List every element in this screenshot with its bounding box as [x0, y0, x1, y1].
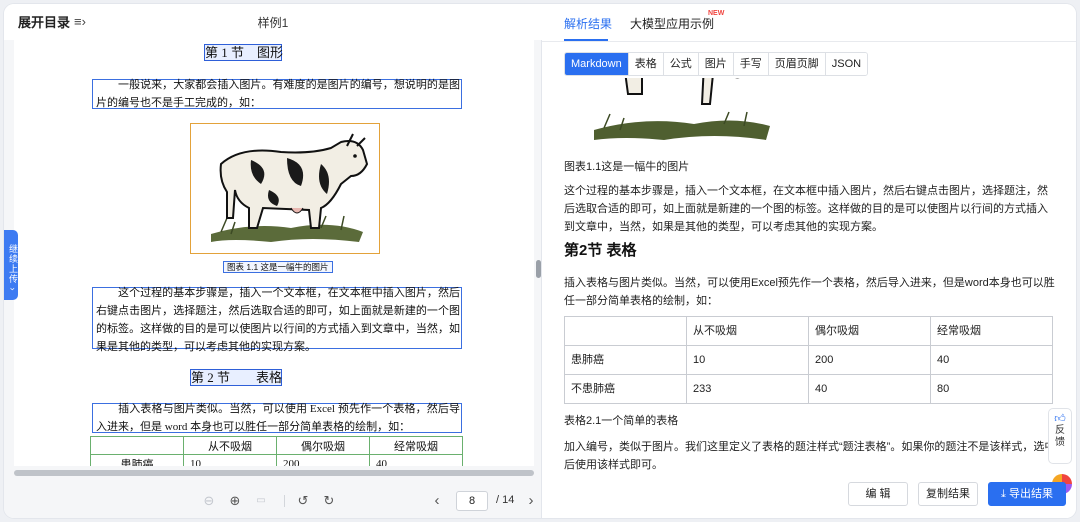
- result-heading-section-2: 第2节 表格: [564, 242, 637, 259]
- result-paragraph-1: 这个过程的基本步骤是，插入一个文本框，在文本框中插入图片，然后右键点击图片，选择…: [564, 185, 1048, 233]
- table-cell: 从不吸烟: [183, 436, 277, 455]
- copy-result-button[interactable]: 复制结果: [918, 482, 978, 506]
- table-cell: 200: [808, 345, 931, 375]
- cow-illustration: [211, 133, 369, 242]
- active-tab-indicator: [564, 39, 608, 41]
- fit-page-icon[interactable]: ▭: [252, 492, 270, 510]
- table-cell: 10: [183, 454, 277, 466]
- table-cell: 从不吸烟: [686, 316, 809, 346]
- table-cell: 经常吸烟: [369, 436, 463, 455]
- tab-llm-examples[interactable]: 大模型应用示例: [630, 15, 714, 32]
- page-number-input[interactable]: 8: [456, 491, 488, 511]
- result-table: 从不吸烟 偶尔吸烟 经常吸烟 患肺癌 10 200 40 不患肺癌 233 40…: [564, 316, 1053, 404]
- feedback-button[interactable]: 👍︎ 反馈: [1048, 408, 1072, 464]
- download-icon: ⤓: [1001, 488, 1009, 500]
- result-panel: 解析结果 大模型应用示例 NEW Markdown 表格 公式 图片 手写 页眉…: [542, 4, 1076, 518]
- table-cell: 患肺癌: [564, 345, 687, 375]
- section-2-title[interactable]: 第 2 节 表格: [190, 369, 282, 386]
- markdown-content[interactable]: 图表1.1这是一幅牛的图片 这个过程的基本步骤是，插入一个文本框，在文本框中插入…: [564, 78, 1058, 478]
- table-row: 从不吸烟 偶尔吸烟 经常吸烟: [90, 436, 463, 455]
- document-preview-panel: 展开目录 ≡› 样例1 第 1 节 图形 一般说来，大家都会插入图片。有难度的是…: [4, 4, 542, 518]
- preview-toolbar: ⊖ ⊕ ▭ ↺ ↻ ‹ 8 / 14 ›: [4, 482, 542, 518]
- table-row: 患肺癌 10 200 40: [564, 345, 1053, 375]
- new-badge: NEW: [708, 10, 725, 17]
- paragraph-1: 一般说来，大家都会插入图片。有难度的是图片的编号，想说明的是图片的编号也不是手工…: [96, 79, 460, 109]
- table-cell: 10: [686, 345, 809, 375]
- format-formula[interactable]: 公式: [663, 53, 699, 75]
- tab-parse-result[interactable]: 解析结果: [564, 15, 612, 32]
- format-markdown[interactable]: Markdown: [565, 53, 629, 75]
- toolbar-divider: [284, 495, 285, 507]
- format-header-footer[interactable]: 页眉页脚: [768, 53, 826, 75]
- document-title: 样例1: [257, 16, 289, 30]
- cow-image-crop: [594, 78, 770, 140]
- continue-upload-label: 继续上传: [8, 244, 18, 285]
- table-cell: 经常吸烟: [930, 316, 1053, 346]
- result-caption-figure: 图表1.1这是一幅牛的图片: [564, 161, 690, 173]
- paragraph-3: 插入表格与图片类似。当然，可以使用 Excel 预先作一个表格，然后导入进来，但…: [96, 403, 460, 433]
- figure-caption[interactable]: 图表 1.1 这是一幅牛的图片: [223, 261, 333, 273]
- page-viewer[interactable]: 第 1 节 图形 一般说来，大家都会插入图片。有难度的是图片的编号，想说明的是图…: [14, 40, 534, 466]
- export-result-button[interactable]: ⤓ 导出结果: [988, 482, 1066, 506]
- document-page: 第 1 节 图形 一般说来，大家都会插入图片。有难度的是图片的编号，想说明的是图…: [14, 40, 534, 466]
- feedback-label: 反馈: [1055, 425, 1065, 448]
- table-row: 不患肺癌 233 40 80: [564, 374, 1053, 404]
- format-image[interactable]: 图片: [698, 53, 734, 75]
- zoom-in-icon[interactable]: ⊕: [226, 492, 244, 510]
- result-caption-table: 表格2.1一个简单的表格: [564, 415, 679, 427]
- preview-header: 展开目录 ≡› 样例1: [4, 4, 542, 40]
- table-cell: 40: [369, 454, 463, 466]
- table-cell: [564, 316, 687, 346]
- table-cell: 200: [276, 454, 370, 466]
- next-page-icon[interactable]: ›: [522, 492, 540, 510]
- document-table[interactable]: 从不吸烟 偶尔吸烟 经常吸烟 患肺癌 10 200 40: [90, 436, 463, 466]
- format-table[interactable]: 表格: [628, 53, 664, 75]
- result-paragraph-2: 插入表格与图片类似。当然，可以使用Excel预先作一个表格，然后导入进来，但是w…: [564, 277, 1055, 307]
- rotate-left-icon[interactable]: ↺: [294, 492, 312, 510]
- result-paragraph-3: 加入编号，类似于图片。我们这里定义了表格的题注样式“题注表格”。如果你的题注不是…: [564, 441, 1056, 471]
- prev-page-icon[interactable]: ‹: [428, 492, 446, 510]
- page-total: / 14: [496, 494, 515, 506]
- table-cell: 偶尔吸烟: [276, 436, 370, 455]
- table-cell: 40: [930, 345, 1053, 375]
- thumbs-up-icon: 👍︎: [1054, 413, 1066, 425]
- result-tabs: 解析结果 大模型应用示例 NEW: [542, 4, 1076, 42]
- figure-block[interactable]: [190, 123, 380, 254]
- vertical-scrollbar[interactable]: [536, 260, 541, 278]
- export-result-label: 导出结果: [1008, 488, 1053, 500]
- table-row: 从不吸烟 偶尔吸烟 经常吸烟: [564, 316, 1053, 346]
- table-cell: 不患肺癌: [564, 374, 687, 404]
- horizontal-scrollbar[interactable]: [14, 470, 534, 476]
- format-json[interactable]: JSON: [825, 53, 868, 75]
- table-cell: 40: [808, 374, 931, 404]
- table-cell: 233: [686, 374, 809, 404]
- format-handwriting[interactable]: 手写: [733, 53, 769, 75]
- table-cell: 80: [930, 374, 1053, 404]
- table-cell: 偶尔吸烟: [808, 316, 931, 346]
- format-selector: Markdown 表格 公式 图片 手写 页眉页脚 JSON: [564, 52, 869, 76]
- zoom-out-icon[interactable]: ⊖: [200, 492, 218, 510]
- table-row: 患肺癌 10 200 40: [90, 454, 463, 466]
- continue-upload-tab[interactable]: 继续上传 ›: [4, 230, 18, 300]
- rotate-right-icon[interactable]: ↻: [320, 492, 338, 510]
- section-1-title[interactable]: 第 1 节 图形: [204, 44, 283, 61]
- edit-button[interactable]: 编 辑: [848, 482, 908, 506]
- table-cell: 患肺癌: [90, 454, 184, 466]
- paragraph-2: 这个过程的基本步骤是，插入一个文本框，在文本框中插入图片，然后右键点击图片，选择…: [96, 287, 460, 353]
- app-frame: 展开目录 ≡› 样例1 第 1 节 图形 一般说来，大家都会插入图片。有难度的是…: [4, 4, 1076, 518]
- table-cell: [90, 436, 184, 455]
